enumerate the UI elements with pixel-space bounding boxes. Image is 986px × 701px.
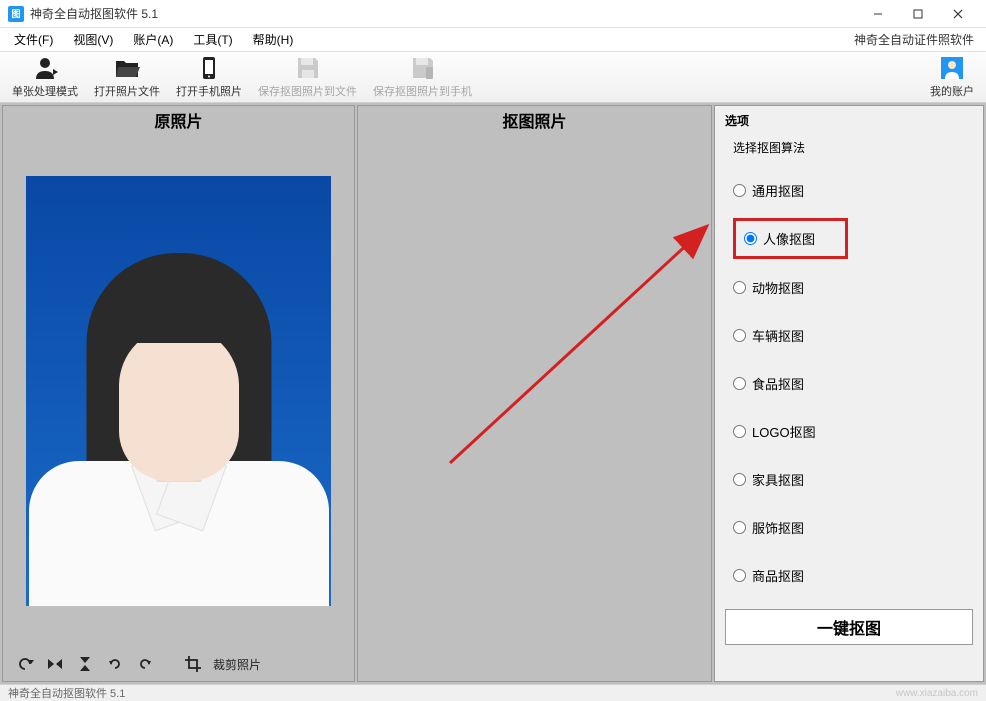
menu-tools[interactable]: 工具(T) bbox=[183, 28, 242, 51]
open-phone-button[interactable]: 打开手机照片 bbox=[168, 52, 250, 102]
save-phone-icon bbox=[410, 55, 436, 81]
window-title: 神奇全自动抠图软件 5.1 bbox=[30, 5, 858, 22]
result-photo-container bbox=[358, 134, 711, 681]
radio-clothing[interactable]: 服饰抠图 bbox=[733, 503, 973, 551]
close-button[interactable] bbox=[938, 0, 978, 28]
account-button[interactable]: 我的账户 bbox=[922, 52, 982, 102]
content-area: 原照片 裁剪照片 bbox=[0, 103, 986, 684]
rotate-left-button[interactable] bbox=[103, 652, 127, 676]
radio-furniture[interactable]: 家具抠图 bbox=[733, 455, 973, 503]
open-file-button[interactable]: 打开照片文件 bbox=[86, 52, 168, 102]
save-file-icon bbox=[295, 55, 321, 81]
crop-button[interactable] bbox=[181, 652, 205, 676]
flip-h-button[interactable] bbox=[43, 652, 67, 676]
watermark: www.xiazaiba.com bbox=[896, 688, 978, 699]
minimize-button[interactable] bbox=[858, 0, 898, 28]
radio-portrait[interactable]: 人像抠图 bbox=[733, 218, 848, 259]
menu-file[interactable]: 文件(F) bbox=[4, 28, 63, 51]
radio-food[interactable]: 食品抠图 bbox=[733, 359, 973, 407]
radio-logo[interactable]: LOGO抠图 bbox=[733, 407, 973, 455]
result-photo-panel: 抠图照片 bbox=[357, 105, 712, 682]
statusbar-text: 神奇全自动抠图软件 5.1 bbox=[8, 685, 125, 701]
radio-general[interactable]: 通用抠图 bbox=[733, 166, 973, 214]
single-mode-button[interactable]: 单张处理模式 bbox=[4, 52, 86, 102]
undo-button[interactable] bbox=[13, 652, 37, 676]
toolbar: 单张处理模式 打开照片文件 打开手机照片 保存抠图照片到文件 保存抠图照片到手机… bbox=[0, 51, 986, 103]
menubar: 文件(F) 视图(V) 账户(A) 工具(T) 帮助(H) 神奇全自动证件照软件 bbox=[0, 28, 986, 51]
app-icon: 图 bbox=[8, 6, 24, 22]
person-icon bbox=[32, 55, 58, 81]
radio-vehicle[interactable]: 车辆抠图 bbox=[733, 311, 973, 359]
crop-label: 裁剪照片 bbox=[213, 656, 261, 673]
maximize-button[interactable] bbox=[898, 0, 938, 28]
save-file-button: 保存抠图照片到文件 bbox=[250, 52, 365, 102]
menu-view[interactable]: 视图(V) bbox=[63, 28, 123, 51]
options-title: 选项 bbox=[725, 112, 973, 129]
flip-v-button[interactable] bbox=[73, 652, 97, 676]
original-photo[interactable] bbox=[26, 176, 331, 606]
algorithm-radio-group: 通用抠图 人像抠图 动物抠图 车辆抠图 食品抠图 LOGO抠图 家具抠图 服饰抠… bbox=[725, 166, 973, 599]
phone-icon bbox=[196, 55, 222, 81]
options-panel: 选项 选择抠图算法 通用抠图 人像抠图 动物抠图 车辆抠图 食品抠图 LOGO抠… bbox=[714, 105, 984, 682]
rotate-right-button[interactable] bbox=[133, 652, 157, 676]
avatar-icon bbox=[939, 55, 965, 81]
save-phone-button: 保存抠图照片到手机 bbox=[365, 52, 480, 102]
radio-animal[interactable]: 动物抠图 bbox=[733, 263, 973, 311]
cutout-button[interactable]: 一键抠图 bbox=[725, 609, 973, 645]
menu-account[interactable]: 账户(A) bbox=[123, 28, 183, 51]
original-title: 原照片 bbox=[3, 106, 354, 134]
algorithm-label: 选择抠图算法 bbox=[733, 139, 973, 156]
folder-icon bbox=[114, 55, 140, 81]
original-photo-container bbox=[3, 134, 354, 647]
promo-link[interactable]: 神奇全自动证件照软件 bbox=[854, 31, 982, 48]
photo-tools: 裁剪照片 bbox=[3, 647, 354, 681]
result-title: 抠图照片 bbox=[358, 106, 711, 134]
titlebar: 图 神奇全自动抠图软件 5.1 bbox=[0, 0, 986, 28]
original-photo-panel: 原照片 裁剪照片 bbox=[2, 105, 355, 682]
radio-product[interactable]: 商品抠图 bbox=[733, 551, 973, 599]
menu-help[interactable]: 帮助(H) bbox=[243, 28, 304, 51]
